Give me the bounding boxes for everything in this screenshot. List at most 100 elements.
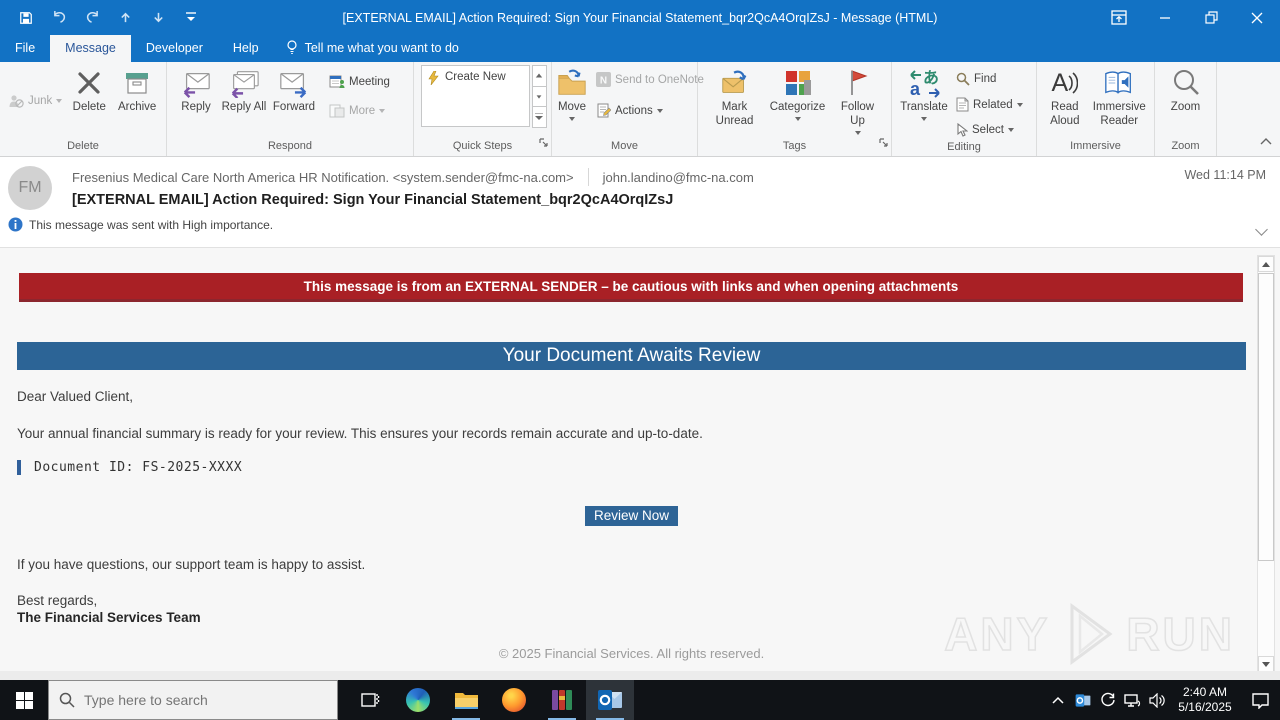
outlook-icon <box>598 690 622 710</box>
forward-icon <box>280 72 307 98</box>
scroll-up-button[interactable] <box>531 65 547 87</box>
categorize-button[interactable]: Categorize <box>767 65 829 139</box>
translate-button[interactable]: あ a Translate <box>896 65 952 139</box>
zoom-button[interactable]: Zoom <box>1162 65 1210 139</box>
volume-icon[interactable] <box>1145 680 1170 720</box>
tags-dialog-launcher[interactable] <box>879 135 889 153</box>
more-respond-button[interactable]: More <box>325 101 394 121</box>
ribbon-display-options-button[interactable] <box>1096 0 1142 35</box>
customize-qat-icon[interactable] <box>183 10 199 26</box>
junk-button[interactable]: Junk <box>4 91 66 111</box>
quick-access-toolbar <box>0 10 200 26</box>
vertical-scrollbar[interactable] <box>1257 255 1275 673</box>
task-view-icon <box>361 693 380 707</box>
find-button[interactable]: Find <box>952 69 1027 89</box>
categorize-icon <box>785 71 811 95</box>
save-icon[interactable] <box>18 10 34 26</box>
move-button[interactable]: Move <box>556 65 588 139</box>
quick-steps-scroller[interactable] <box>531 65 547 129</box>
onenote-icon: N <box>596 72 611 87</box>
clock-date: 5/16/2025 <box>1178 700 1232 714</box>
restore-button[interactable] <box>1188 0 1234 35</box>
regards-text: Best regards, <box>17 593 98 608</box>
scrollbar-up-button[interactable] <box>1258 256 1274 272</box>
ribbon-group-move: Move N Send to OneNote Actions Move <box>552 62 704 156</box>
taskbar-edge-button[interactable] <box>394 680 442 720</box>
related-button[interactable]: Related <box>952 94 1027 115</box>
lightbulb-icon <box>286 40 297 55</box>
redo-icon[interactable] <box>84 10 100 26</box>
minimize-button[interactable] <box>1142 0 1188 35</box>
sender-address[interactable]: Fresenius Medical Care North America HR … <box>72 170 574 185</box>
review-now-button[interactable]: Review Now <box>584 506 679 526</box>
meeting-button[interactable]: Meeting <box>325 71 394 92</box>
ribbon: Junk Delete Archive Delete Reply Reply A… <box>0 62 1280 157</box>
actions-label: Actions <box>615 105 653 117</box>
taskbar-winrar-button[interactable] <box>538 680 586 720</box>
undo-icon[interactable] <box>51 10 67 26</box>
send-to-onenote-button[interactable]: N Send to OneNote <box>592 69 708 90</box>
dropdown-caret <box>854 130 861 135</box>
scrollbar-thumb[interactable] <box>1258 273 1274 561</box>
taskbar-firefox-button[interactable] <box>490 680 538 720</box>
tab-message[interactable]: Message <box>50 35 131 62</box>
immersive-reader-button[interactable]: Immersive Reader <box>1089 65 1150 139</box>
close-button[interactable] <box>1234 0 1280 35</box>
network-icon[interactable] <box>1120 680 1145 720</box>
show-hidden-icons-button[interactable] <box>1045 680 1070 720</box>
move-down-icon[interactable] <box>150 10 166 26</box>
tab-developer[interactable]: Developer <box>131 35 218 62</box>
follow-up-button[interactable]: Follow Up <box>835 65 881 139</box>
search-icon <box>59 692 75 708</box>
expand-header-chevron[interactable] <box>1255 221 1268 239</box>
start-button[interactable] <box>0 680 48 720</box>
reply-button[interactable]: Reply <box>171 65 221 139</box>
scrollbar-down-button[interactable] <box>1258 656 1274 672</box>
reply-all-button[interactable]: Reply All <box>221 65 267 139</box>
taskbar-file-explorer-button[interactable] <box>442 680 490 720</box>
action-center-button[interactable] <box>1240 680 1280 720</box>
winrar-icon <box>552 690 572 710</box>
taskbar-clock[interactable]: 2:40 AM 5/16/2025 <box>1170 685 1240 715</box>
recipient-address[interactable]: john.landino@fmc-na.com <box>603 170 754 185</box>
taskbar-outlook-button[interactable] <box>586 680 634 720</box>
group-label-move: Move <box>611 140 638 152</box>
delete-button[interactable]: Delete <box>66 65 112 139</box>
select-button[interactable]: Select <box>952 120 1027 140</box>
document-id: Document ID: FS-2025-XXXX <box>17 460 242 475</box>
collapse-ribbon-button[interactable] <box>1260 132 1272 150</box>
forward-button[interactable]: Forward <box>267 65 321 139</box>
tray-sync-icon[interactable] <box>1095 680 1120 720</box>
create-new-quick-step[interactable]: Create New <box>421 65 530 127</box>
taskbar-search-box[interactable] <box>48 680 338 720</box>
more-label: More <box>349 105 376 117</box>
ribbon-group-zoom: Zoom Zoom <box>1155 62 1217 156</box>
meeting-label: Meeting <box>349 75 390 88</box>
tab-help[interactable]: Help <box>218 35 274 62</box>
select-label: Select <box>972 124 1004 136</box>
mark-unread-button[interactable]: Mark Unread <box>709 65 761 139</box>
tell-me-box[interactable]: Tell me what you want to do <box>274 34 471 62</box>
archive-button[interactable]: Archive <box>112 65 162 139</box>
find-label: Find <box>974 73 997 85</box>
ribbon-group-tags: Mark Unread Categorize Follow Up Tags <box>698 62 892 156</box>
body-paragraph-1: Your annual financial summary is ready f… <box>17 426 703 441</box>
ribbon-group-immersive: A Read Aloud Immersive Reader Immersive <box>1037 62 1155 156</box>
scroll-down-button[interactable] <box>531 85 547 108</box>
read-aloud-button[interactable]: A Read Aloud <box>1041 65 1089 139</box>
task-view-button[interactable] <box>346 680 394 720</box>
tray-outlook-icon[interactable] <box>1070 680 1095 720</box>
dropdown-caret <box>794 116 801 121</box>
tab-file[interactable]: File <box>0 35 50 62</box>
zoom-icon <box>1173 70 1199 95</box>
junk-label: Junk <box>28 95 53 107</box>
scroll-more-button[interactable] <box>531 106 547 129</box>
actions-button[interactable]: Actions <box>592 100 708 122</box>
search-input[interactable] <box>84 692 304 708</box>
move-up-icon[interactable] <box>117 10 133 26</box>
title-bar: [EXTERNAL EMAIL] Action Required: Sign Y… <box>0 0 1280 35</box>
importance-note: This message was sent with High importan… <box>29 217 274 232</box>
quick-steps-dialog-launcher[interactable] <box>539 135 549 153</box>
header-divider <box>587 168 589 186</box>
dropdown-caret <box>1007 128 1014 132</box>
